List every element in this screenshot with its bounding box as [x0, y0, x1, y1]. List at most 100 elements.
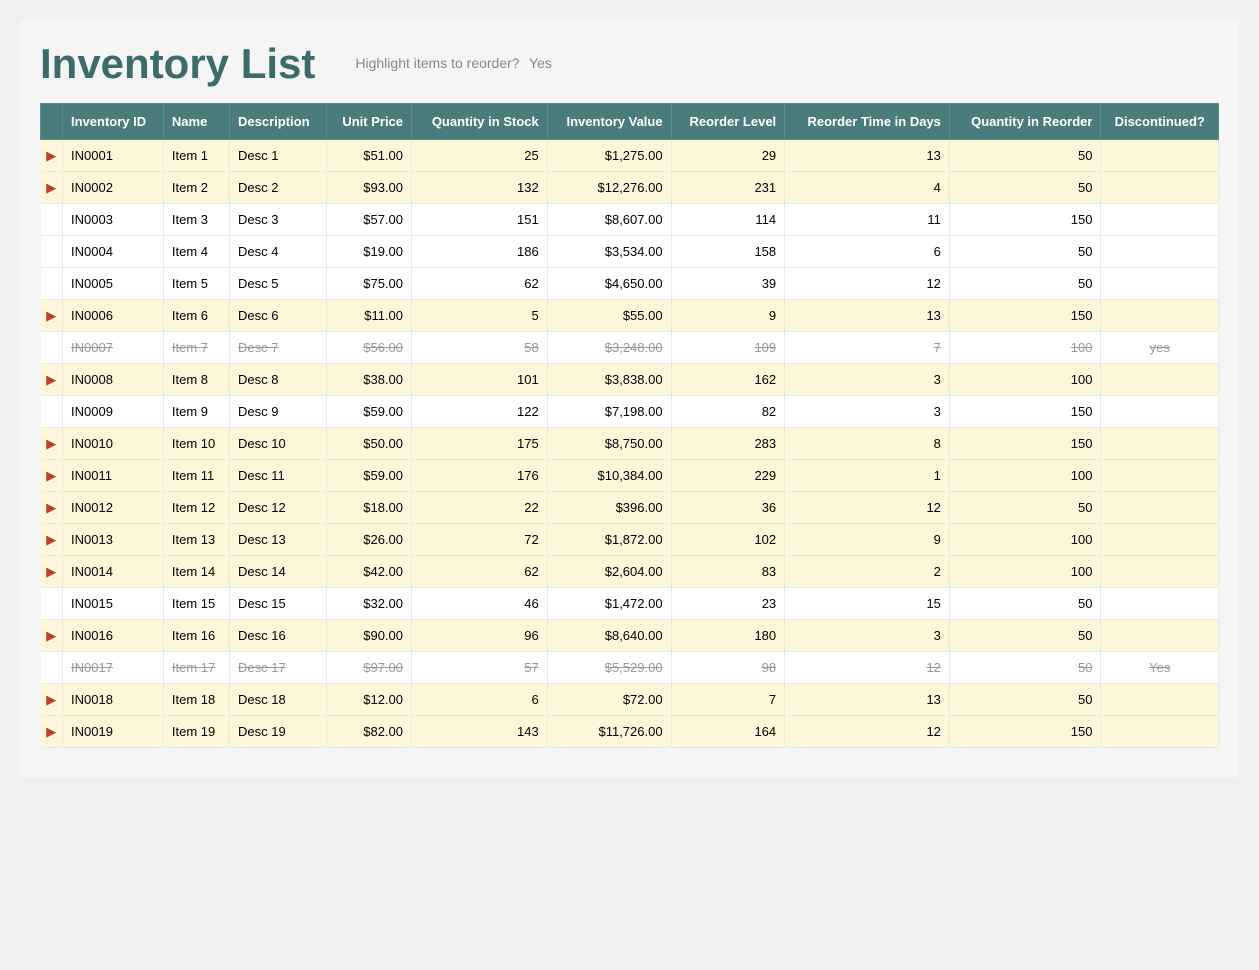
reorder-flag-icon: ▶ [46, 308, 56, 323]
cell-id: IN0016 [63, 620, 164, 652]
table-row: IN0017Item 17Desc 17$97.0057$5,529.00981… [41, 652, 1219, 684]
cell-id: IN0013 [63, 524, 164, 556]
cell-name: Item 9 [163, 396, 229, 428]
reorder-flag-cell: ▶ [41, 428, 63, 460]
cell-unit_price: $18.00 [326, 492, 411, 524]
cell-unit_price: $56.00 [326, 332, 411, 364]
cell-reorder_time: 11 [785, 204, 950, 236]
cell-reorder_level: 102 [671, 524, 785, 556]
reorder-flag-cell: ▶ [41, 684, 63, 716]
cell-inv_value: $1,275.00 [547, 140, 671, 172]
cell-name: Item 3 [163, 204, 229, 236]
cell-reorder_time: 15 [785, 588, 950, 620]
cell-description: Desc 14 [230, 556, 327, 588]
cell-reorder_level: 180 [671, 620, 785, 652]
col-reorder-level: Reorder Level [671, 104, 785, 140]
table-row: ▶IN0006Item 6Desc 6$11.005$55.00913150 [41, 300, 1219, 332]
table-row: ▶IN0010Item 10Desc 10$50.00175$8,750.002… [41, 428, 1219, 460]
cell-unit_price: $19.00 [326, 236, 411, 268]
cell-qty_stock: 101 [412, 364, 548, 396]
cell-reorder_time: 9 [785, 524, 950, 556]
cell-name: Item 14 [163, 556, 229, 588]
cell-qty_stock: 122 [412, 396, 548, 428]
cell-qty_reorder: 150 [949, 428, 1101, 460]
cell-discontinued [1101, 620, 1219, 652]
reorder-flag-cell [41, 652, 63, 684]
cell-inv_value: $1,472.00 [547, 588, 671, 620]
cell-reorder_time: 1 [785, 460, 950, 492]
cell-reorder_level: 98 [671, 652, 785, 684]
cell-name: Item 5 [163, 268, 229, 300]
highlight-label: Highlight items to reorder? [355, 55, 519, 71]
cell-qty_reorder: 50 [949, 652, 1101, 684]
cell-qty_reorder: 100 [949, 460, 1101, 492]
cell-qty_stock: 62 [412, 268, 548, 300]
cell-reorder_time: 7 [785, 332, 950, 364]
table-row: IN0004Item 4Desc 4$19.00186$3,534.001586… [41, 236, 1219, 268]
table-row: ▶IN0001Item 1Desc 1$51.0025$1,275.002913… [41, 140, 1219, 172]
cell-reorder_level: 36 [671, 492, 785, 524]
cell-qty_reorder: 50 [949, 172, 1101, 204]
table-row: IN0015Item 15Desc 15$32.0046$1,472.00231… [41, 588, 1219, 620]
cell-reorder_time: 3 [785, 364, 950, 396]
reorder-flag-icon: ▶ [46, 628, 56, 643]
cell-description: Desc 5 [230, 268, 327, 300]
reorder-flag-cell: ▶ [41, 524, 63, 556]
reorder-flag-cell [41, 268, 63, 300]
cell-name: Item 17 [163, 652, 229, 684]
cell-unit_price: $50.00 [326, 428, 411, 460]
cell-description: Desc 6 [230, 300, 327, 332]
header-section: Inventory List Highlight items to reorde… [40, 30, 1219, 103]
reorder-flag-icon: ▶ [46, 180, 56, 195]
cell-id: IN0015 [63, 588, 164, 620]
cell-reorder_time: 12 [785, 492, 950, 524]
cell-name: Item 4 [163, 236, 229, 268]
cell-qty_reorder: 100 [949, 524, 1101, 556]
cell-unit_price: $93.00 [326, 172, 411, 204]
cell-qty_stock: 25 [412, 140, 548, 172]
cell-name: Item 8 [163, 364, 229, 396]
cell-reorder_level: 162 [671, 364, 785, 396]
cell-description: Desc 15 [230, 588, 327, 620]
col-unit-price: Unit Price [326, 104, 411, 140]
cell-reorder_time: 13 [785, 684, 950, 716]
cell-qty_reorder: 150 [949, 204, 1101, 236]
col-flag [41, 104, 63, 140]
cell-qty_stock: 62 [412, 556, 548, 588]
reorder-flag-cell: ▶ [41, 556, 63, 588]
cell-id: IN0011 [63, 460, 164, 492]
cell-qty_reorder: 150 [949, 396, 1101, 428]
cell-reorder_level: 109 [671, 332, 785, 364]
cell-discontinued [1101, 684, 1219, 716]
cell-id: IN0001 [63, 140, 164, 172]
cell-unit_price: $12.00 [326, 684, 411, 716]
reorder-flag-cell: ▶ [41, 460, 63, 492]
cell-id: IN0019 [63, 716, 164, 748]
table-row: ▶IN0019Item 19Desc 19$82.00143$11,726.00… [41, 716, 1219, 748]
cell-id: IN0003 [63, 204, 164, 236]
cell-discontinued [1101, 492, 1219, 524]
cell-discontinued [1101, 588, 1219, 620]
cell-description: Desc 7 [230, 332, 327, 364]
cell-description: Desc 13 [230, 524, 327, 556]
cell-qty_reorder: 50 [949, 492, 1101, 524]
cell-qty_reorder: 50 [949, 684, 1101, 716]
cell-name: Item 12 [163, 492, 229, 524]
cell-reorder_time: 13 [785, 300, 950, 332]
cell-inv_value: $1,872.00 [547, 524, 671, 556]
cell-inv_value: $8,640.00 [547, 620, 671, 652]
table-row: ▶IN0008Item 8Desc 8$38.00101$3,838.00162… [41, 364, 1219, 396]
cell-qty_reorder: 150 [949, 716, 1101, 748]
reorder-flag-icon: ▶ [46, 436, 56, 451]
cell-id: IN0004 [63, 236, 164, 268]
cell-name: Item 10 [163, 428, 229, 460]
cell-name: Item 6 [163, 300, 229, 332]
cell-reorder_time: 6 [785, 236, 950, 268]
reorder-flag-icon: ▶ [46, 724, 56, 739]
col-inventory-id: Inventory ID [63, 104, 164, 140]
cell-reorder_time: 12 [785, 652, 950, 684]
cell-qty_reorder: 50 [949, 588, 1101, 620]
cell-reorder_level: 23 [671, 588, 785, 620]
table-row: IN0003Item 3Desc 3$57.00151$8,607.001141… [41, 204, 1219, 236]
cell-inv_value: $2,604.00 [547, 556, 671, 588]
